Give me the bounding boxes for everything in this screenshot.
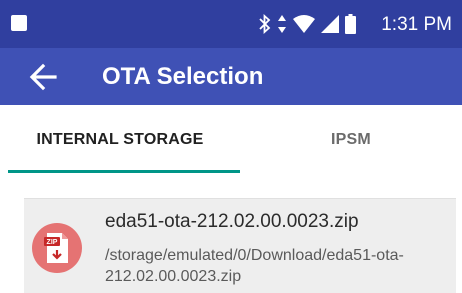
tab-bar: INTERNAL STORAGE IPSM xyxy=(0,105,462,174)
notification-icon xyxy=(11,15,27,31)
zip-label: ZIP xyxy=(47,239,58,246)
status-time: 1:31 PM xyxy=(381,14,452,35)
file-name: eda51-ota-212.02.00.0023.zip xyxy=(105,211,359,232)
tab-indicator xyxy=(8,170,240,173)
zip-file-icon: ZIP xyxy=(32,223,82,273)
app-bar: OTA Selection xyxy=(0,48,462,105)
page-title: OTA Selection xyxy=(102,63,264,90)
file-list-item[interactable]: ZIP eda51-ota-212.02.00.0023.zip /storag… xyxy=(24,198,456,293)
bluetooth-icon xyxy=(259,14,271,34)
battery-icon xyxy=(345,14,356,34)
status-icons xyxy=(259,13,356,35)
back-button[interactable] xyxy=(26,60,60,94)
wifi-icon xyxy=(293,15,315,33)
arrow-back-icon xyxy=(29,63,57,91)
file-path: /storage/emulated/0/Download/eda51-ota-2… xyxy=(105,247,404,285)
tab-internal-storage[interactable]: INTERNAL STORAGE xyxy=(0,105,240,174)
cell-signal-icon xyxy=(321,15,339,33)
data-transfer-icon xyxy=(278,15,286,33)
tab-ipsm[interactable]: IPSM xyxy=(240,105,462,174)
status-bar: 1:31 PM xyxy=(0,0,462,48)
